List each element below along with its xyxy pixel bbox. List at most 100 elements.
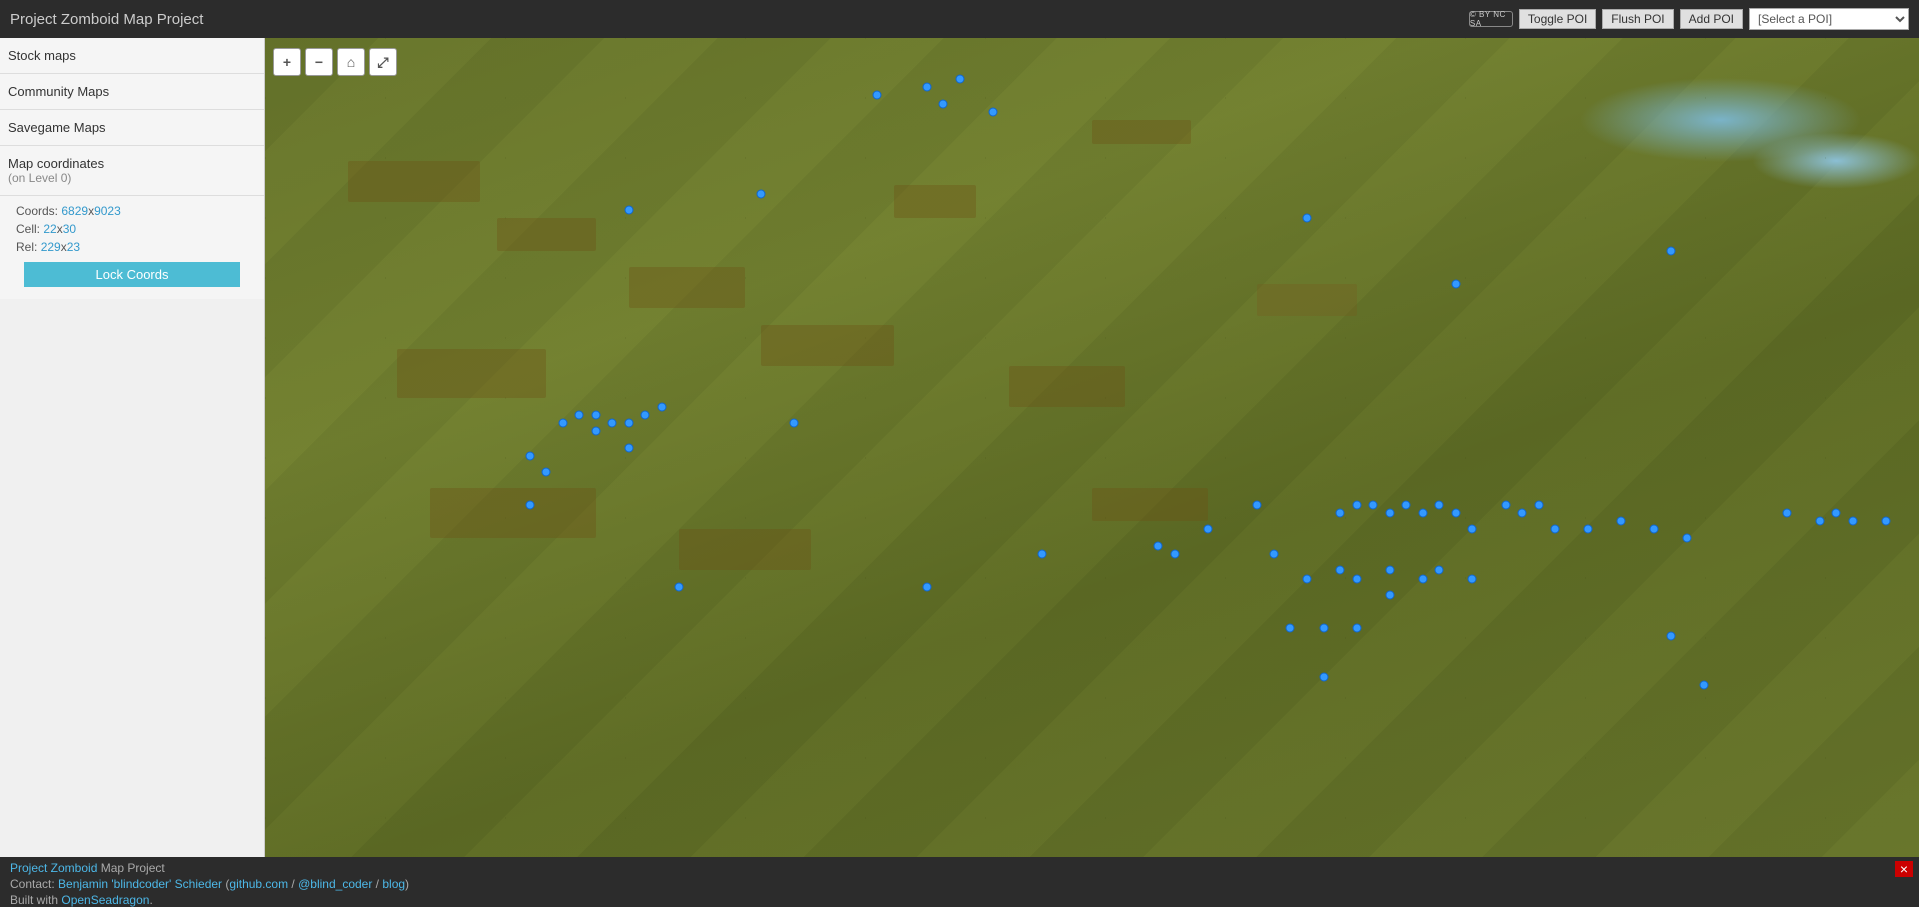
- poi-dot[interactable]: [591, 410, 600, 419]
- poi-dot[interactable]: [1551, 525, 1560, 534]
- poi-dot[interactable]: [657, 402, 666, 411]
- poi-dot[interactable]: [1154, 541, 1163, 550]
- poi-dot[interactable]: [1336, 566, 1345, 575]
- poi-select-dropdown[interactable]: [Select a POI]: [1749, 8, 1909, 30]
- poi-dot[interactable]: [1451, 509, 1460, 518]
- fullscreen-button[interactable]: ⤢: [369, 48, 397, 76]
- poi-dot[interactable]: [1617, 517, 1626, 526]
- zoom-out-button[interactable]: −: [305, 48, 333, 76]
- poi-dot[interactable]: [1402, 500, 1411, 509]
- footer-github-link[interactable]: github.com: [229, 877, 288, 891]
- poi-dot[interactable]: [1352, 623, 1361, 632]
- poi-dot[interactable]: [790, 418, 799, 427]
- poi-dot[interactable]: [1336, 509, 1345, 518]
- poi-dot[interactable]: [1650, 525, 1659, 534]
- cell-x-link[interactable]: 22: [43, 222, 56, 236]
- poi-dot[interactable]: [922, 83, 931, 92]
- poi-dot[interactable]: [1468, 574, 1477, 583]
- poi-dot[interactable]: [608, 418, 617, 427]
- poi-dot[interactable]: [1319, 672, 1328, 681]
- poi-dot[interactable]: [1319, 623, 1328, 632]
- poi-dot[interactable]: [988, 107, 997, 116]
- poi-dot[interactable]: [542, 468, 551, 477]
- field-patch: [1009, 366, 1125, 407]
- poi-dot[interactable]: [922, 582, 931, 591]
- poi-dot[interactable]: [872, 91, 881, 100]
- poi-dot[interactable]: [1468, 525, 1477, 534]
- cell-label: Cell:: [16, 222, 40, 236]
- poi-dot[interactable]: [575, 410, 584, 419]
- poi-dot[interactable]: [1666, 246, 1675, 255]
- poi-dot[interactable]: [624, 443, 633, 452]
- poi-dot[interactable]: [955, 74, 964, 83]
- poi-dot[interactable]: [1666, 631, 1675, 640]
- poi-dot[interactable]: [1385, 566, 1394, 575]
- poi-dot[interactable]: [525, 451, 534, 460]
- sidebar-item-savegame-maps[interactable]: Savegame Maps: [0, 110, 264, 146]
- poi-dot[interactable]: [1832, 509, 1841, 518]
- field-patch: [1092, 120, 1191, 145]
- poi-dot[interactable]: [1385, 509, 1394, 518]
- poi-dot[interactable]: [1815, 517, 1824, 526]
- footer-osd-link[interactable]: OpenSeadragon: [61, 893, 149, 907]
- footer-contact-name[interactable]: Benjamin 'blindcoder' Schieder: [58, 877, 222, 891]
- poi-dot[interactable]: [1534, 500, 1543, 509]
- poi-dot[interactable]: [1451, 279, 1460, 288]
- footer-pz-link[interactable]: Project Zomboid: [10, 861, 97, 875]
- poi-dot[interactable]: [558, 418, 567, 427]
- poi-dot[interactable]: [1385, 590, 1394, 599]
- map-container[interactable]: + − ⌂ ⤢: [265, 38, 1919, 857]
- footer-close-button[interactable]: ×: [1895, 861, 1913, 877]
- poi-dot[interactable]: [757, 189, 766, 198]
- sidebar-item-stock-maps[interactable]: Stock maps: [0, 38, 264, 74]
- poi-dot[interactable]: [591, 427, 600, 436]
- poi-dot[interactable]: [1848, 517, 1857, 526]
- footer-blog-link[interactable]: blog: [382, 877, 405, 891]
- coords-x-link[interactable]: 6829: [61, 204, 88, 218]
- footer-twitter-link[interactable]: @blind_coder: [298, 877, 372, 891]
- footer-title-line: Project Zomboid Map Project: [10, 861, 1909, 875]
- rel-y-link[interactable]: 23: [67, 240, 80, 254]
- poi-dot[interactable]: [1782, 509, 1791, 518]
- poi-dot[interactable]: [1269, 549, 1278, 558]
- poi-dot[interactable]: [1303, 214, 1312, 223]
- poi-dot[interactable]: [624, 418, 633, 427]
- poi-dot[interactable]: [1038, 549, 1047, 558]
- cell-y-link[interactable]: 30: [63, 222, 76, 236]
- poi-dot[interactable]: [1518, 509, 1527, 518]
- toggle-poi-button[interactable]: Toggle POI: [1519, 9, 1596, 29]
- poi-dot[interactable]: [674, 582, 683, 591]
- poi-dot[interactable]: [1369, 500, 1378, 509]
- poi-dot[interactable]: [624, 205, 633, 214]
- poi-dot[interactable]: [641, 410, 650, 419]
- poi-dot[interactable]: [1683, 533, 1692, 542]
- poi-dot[interactable]: [1418, 509, 1427, 518]
- poi-dot[interactable]: [525, 500, 534, 509]
- sidebar-item-community-maps[interactable]: Community Maps: [0, 74, 264, 110]
- poi-dot[interactable]: [1286, 623, 1295, 632]
- poi-dot[interactable]: [1435, 566, 1444, 575]
- field-patch: [430, 488, 595, 537]
- poi-dot[interactable]: [1501, 500, 1510, 509]
- poi-dot[interactable]: [1203, 525, 1212, 534]
- poi-dot[interactable]: [1303, 574, 1312, 583]
- zoom-in-button[interactable]: +: [273, 48, 301, 76]
- poi-dot[interactable]: [1352, 500, 1361, 509]
- coords-y-link[interactable]: 9023: [94, 204, 121, 218]
- lock-coords-button[interactable]: Lock Coords: [24, 262, 240, 287]
- footer-built-line: Built with OpenSeadragon.: [10, 893, 1909, 907]
- poi-dot[interactable]: [1699, 681, 1708, 690]
- rel-x-link[interactable]: 229: [41, 240, 61, 254]
- flush-poi-button[interactable]: Flush POI: [1602, 9, 1673, 29]
- poi-dot[interactable]: [1418, 574, 1427, 583]
- poi-dot[interactable]: [1352, 574, 1361, 583]
- poi-dot[interactable]: [1170, 549, 1179, 558]
- poi-dot[interactable]: [1881, 517, 1890, 526]
- home-button[interactable]: ⌂: [337, 48, 365, 76]
- footer-built-label: Built with: [10, 893, 61, 907]
- poi-dot[interactable]: [1435, 500, 1444, 509]
- poi-dot[interactable]: [1584, 525, 1593, 534]
- poi-dot[interactable]: [939, 99, 948, 108]
- add-poi-button[interactable]: Add POI: [1680, 9, 1743, 29]
- poi-dot[interactable]: [1253, 500, 1262, 509]
